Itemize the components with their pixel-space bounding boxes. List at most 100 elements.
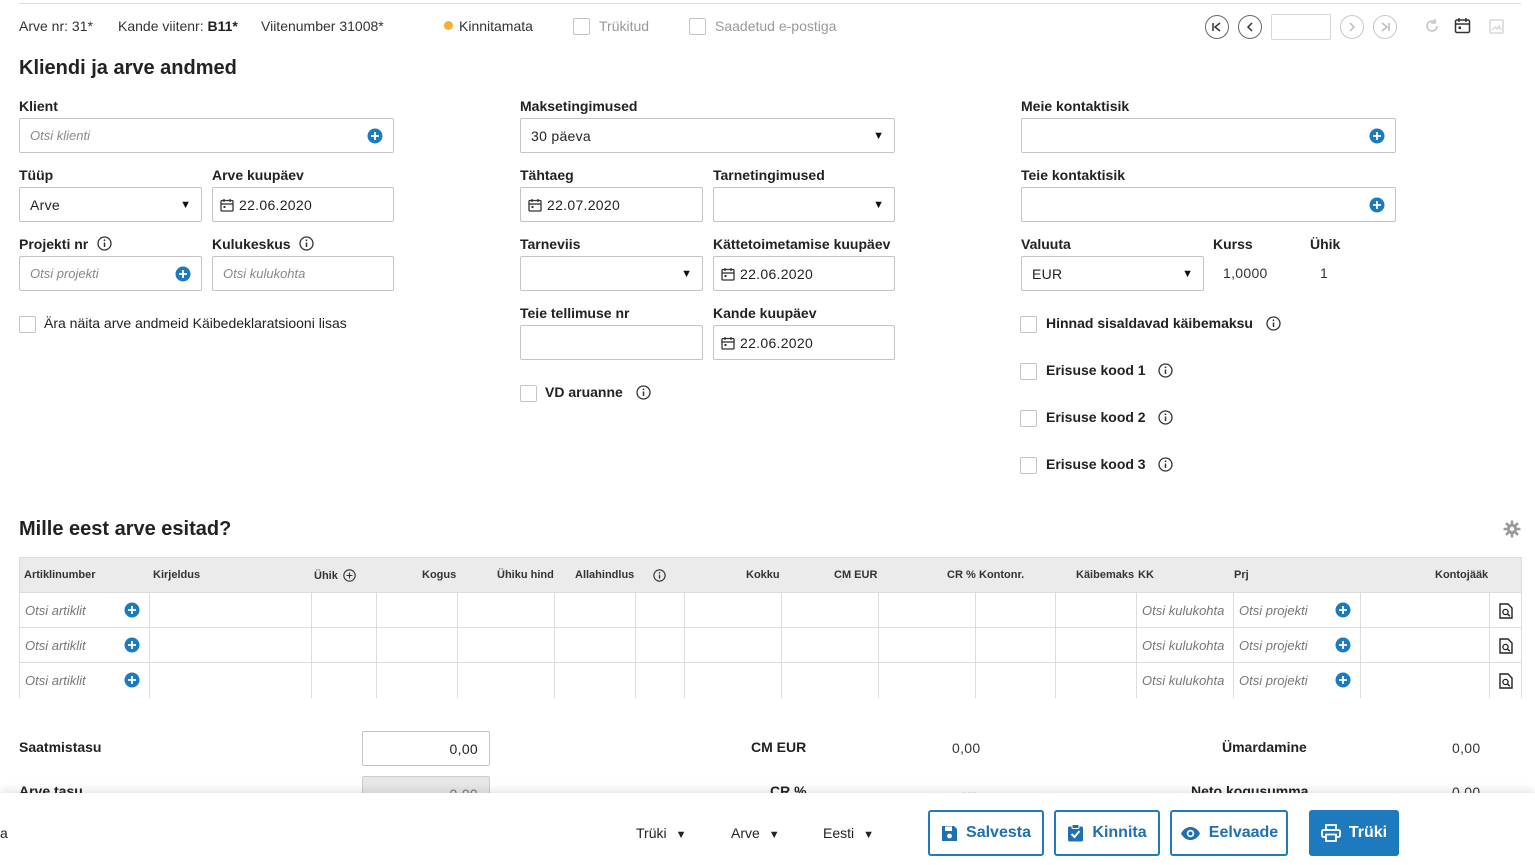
column-kk[interactable]: KK (1138, 569, 1154, 581)
document-preview-cell[interactable] (1490, 663, 1521, 698)
article-search-cell[interactable]: Otsi artiklit (20, 593, 150, 628)
preview-button[interactable]: Eelvaade (1170, 810, 1288, 856)
table-cell[interactable] (879, 663, 976, 698)
project-cell[interactable]: Otsi projekti (1234, 593, 1361, 628)
table-cell[interactable] (879, 628, 976, 663)
document-preview-cell[interactable] (1490, 593, 1521, 628)
print-dropdown[interactable]: Trüki ▼ (636, 825, 686, 841)
confirm-button[interactable]: Kinnita (1054, 810, 1160, 856)
your-order-input[interactable] (520, 325, 703, 360)
table-cell[interactable] (312, 593, 377, 628)
table-cell[interactable] (1361, 628, 1490, 663)
table-cell[interactable] (377, 628, 458, 663)
table-cell[interactable] (685, 593, 782, 628)
column-quantity[interactable]: Kogus (422, 569, 456, 581)
add-icon[interactable] (124, 637, 140, 653)
article-search-cell[interactable]: Otsi artiklit (20, 663, 150, 698)
table-cell[interactable] (1361, 663, 1490, 698)
table-settings-button[interactable] (1503, 520, 1521, 541)
table-cell[interactable] (976, 663, 1056, 698)
your-contact-input[interactable] (1021, 187, 1396, 222)
info-icon[interactable] (636, 385, 651, 400)
last-record-button[interactable] (1373, 15, 1397, 39)
column-article[interactable]: Artiklinumber (24, 569, 96, 581)
table-cell[interactable] (1056, 593, 1137, 628)
column-account[interactable]: Kontonr. (979, 569, 1024, 581)
table-cell[interactable] (782, 628, 879, 663)
cost-center-search-input[interactable]: Otsi kulukohta (212, 256, 394, 291)
project-search-input[interactable]: Otsi projekti (19, 256, 202, 291)
info-icon[interactable] (1158, 457, 1174, 472)
cost-center-cell[interactable]: Otsi kulukohta (1137, 628, 1234, 663)
column-cm-eur[interactable]: CM EUR (834, 569, 877, 581)
column-vat[interactable]: Käibemaks (1076, 569, 1134, 581)
add-unit-icon[interactable] (343, 569, 356, 582)
document-preview-cell[interactable] (1490, 628, 1521, 663)
add-icon[interactable] (124, 672, 140, 688)
document-search-icon[interactable] (1499, 637, 1513, 654)
info-icon[interactable] (299, 236, 315, 251)
add-icon[interactable] (1335, 672, 1351, 688)
add-contact-icon[interactable] (1369, 197, 1385, 213)
invoice-date-input[interactable]: 22.06.2020 (212, 187, 394, 222)
refresh-button[interactable] (1424, 18, 1440, 37)
currency-select[interactable]: EUR ▼ (1021, 256, 1204, 291)
hide-vat-annex-checkbox[interactable] (19, 316, 36, 333)
column-cr-pct[interactable]: CR % (947, 569, 976, 581)
column-unit[interactable]: Ühik (314, 569, 356, 582)
document-type-dropdown[interactable]: Arve ▼ (731, 825, 780, 841)
special-code-3-checkbox[interactable] (1020, 457, 1037, 474)
column-discount[interactable]: Allahindlus (575, 569, 634, 581)
table-cell[interactable] (685, 628, 782, 663)
add-contact-icon[interactable] (1369, 128, 1385, 144)
image-button[interactable] (1489, 19, 1504, 37)
add-icon[interactable] (1335, 637, 1351, 653)
info-icon[interactable] (653, 569, 666, 582)
table-cell[interactable] (312, 663, 377, 698)
client-search-input[interactable]: Otsi klienti (19, 118, 394, 153)
table-cell[interactable] (976, 593, 1056, 628)
table-cell[interactable] (458, 663, 555, 698)
add-icon[interactable] (1335, 602, 1351, 618)
delivery-method-select[interactable]: ▼ (520, 256, 703, 291)
type-select[interactable]: Arve ▼ (19, 187, 202, 222)
table-cell[interactable] (1056, 663, 1137, 698)
table-cell[interactable] (1361, 593, 1490, 628)
table-cell[interactable] (636, 628, 685, 663)
project-cell[interactable]: Otsi projekti (1234, 628, 1361, 663)
payment-terms-select[interactable]: 30 päeva ▼ (520, 118, 895, 153)
document-search-icon[interactable] (1499, 602, 1513, 619)
table-cell[interactable] (1056, 628, 1137, 663)
add-icon[interactable] (124, 602, 140, 618)
our-contact-input[interactable] (1021, 118, 1396, 153)
record-number-input[interactable] (1271, 14, 1331, 40)
special-code-1-checkbox[interactable] (1020, 363, 1037, 380)
column-description[interactable]: Kirjeldus (153, 569, 200, 581)
cost-center-cell[interactable]: Otsi kulukohta (1137, 593, 1234, 628)
table-cell[interactable] (458, 628, 555, 663)
calendar-button[interactable] (1454, 17, 1471, 37)
previous-record-button[interactable] (1238, 15, 1262, 39)
special-code-2-checkbox[interactable] (1020, 410, 1037, 427)
table-cell[interactable] (150, 663, 312, 698)
add-project-icon[interactable] (175, 266, 191, 282)
vd-report-checkbox[interactable] (520, 385, 537, 402)
save-button[interactable]: Salvesta (928, 810, 1044, 856)
due-date-input[interactable]: 22.07.2020 (520, 187, 703, 222)
table-cell[interactable] (150, 628, 312, 663)
entry-date-input[interactable]: 22.06.2020 (713, 325, 895, 360)
printed-checkbox[interactable] (573, 18, 590, 35)
article-search-cell[interactable]: Otsi artiklit (20, 628, 150, 663)
table-cell[interactable] (377, 593, 458, 628)
table-cell[interactable] (976, 628, 1056, 663)
table-cell[interactable] (685, 663, 782, 698)
table-cell[interactable] (555, 628, 636, 663)
print-button[interactable]: Trüki (1309, 810, 1399, 856)
table-cell[interactable] (555, 663, 636, 698)
table-cell[interactable] (312, 628, 377, 663)
table-cell[interactable] (636, 663, 685, 698)
delivery-date-input[interactable]: 22.06.2020 (713, 256, 895, 291)
info-icon[interactable] (1158, 363, 1174, 378)
cost-center-cell[interactable]: Otsi kulukohta (1137, 663, 1234, 698)
emailed-checkbox[interactable] (689, 18, 706, 35)
